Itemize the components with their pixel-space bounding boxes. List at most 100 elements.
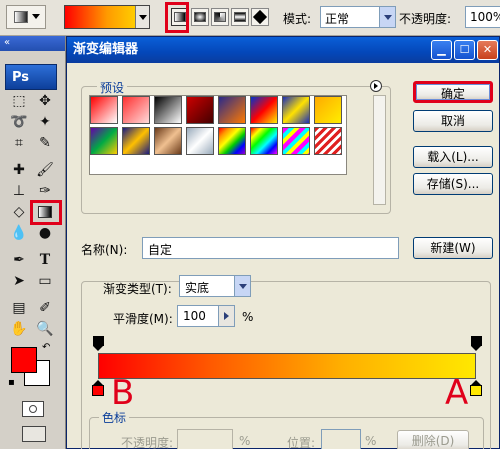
gradient-preview-bar[interactable] <box>98 353 476 379</box>
hand-tool-icon[interactable]: ✋ <box>8 319 30 339</box>
highlight-box <box>30 200 62 225</box>
name-field[interactable]: 自定 <box>142 237 399 259</box>
marquee-tool-icon[interactable]: ⬚ <box>8 91 30 111</box>
close-button[interactable]: ✕ <box>477 40 498 60</box>
pen-tool-icon[interactable]: ✒ <box>8 250 30 270</box>
preset-swatch[interactable] <box>186 127 214 155</box>
opacity-stop-left[interactable] <box>93 336 104 351</box>
preset-swatch[interactable] <box>154 96 182 124</box>
color-stop-right[interactable] <box>470 380 482 396</box>
location-input[interactable] <box>321 429 361 449</box>
preset-swatch[interactable] <box>282 96 310 124</box>
chevron-down-icon <box>379 7 395 27</box>
tool-preset-picker[interactable] <box>6 5 46 29</box>
preset-swatch[interactable] <box>122 96 150 124</box>
quick-mask-icon[interactable] <box>22 401 44 417</box>
history-brush-tool-icon[interactable]: ✑ <box>34 181 56 201</box>
smoothness-value: 100 <box>183 309 206 323</box>
preset-swatch[interactable] <box>250 96 278 124</box>
preset-swatch[interactable] <box>218 96 246 124</box>
highlight-box <box>165 2 189 33</box>
preset-swatch[interactable] <box>314 96 342 124</box>
diamond-gradient-button[interactable] <box>251 8 269 26</box>
cancel-button[interactable]: 取消 <box>413 110 493 132</box>
reflected-gradient-icon <box>234 12 246 22</box>
presets-list <box>89 95 347 175</box>
mode-label: 模式: <box>283 12 312 26</box>
zoom-tool-icon[interactable]: 🔍 <box>34 319 56 339</box>
new-button[interactable]: 新建(W) <box>413 237 493 259</box>
color-stops-label: 色标 <box>99 409 130 426</box>
default-colors-icon[interactable]: ▪ <box>8 377 15 388</box>
opacity-stop-right[interactable] <box>471 336 482 351</box>
options-bar: 模式: 正常 不透明度: 100% <box>0 0 500 36</box>
presets-scrollbar[interactable] <box>373 95 386 205</box>
location-label: 位置: <box>287 436 316 449</box>
gradient-picker[interactable] <box>64 5 150 29</box>
slice-tool-icon[interactable]: ✎ <box>34 133 56 153</box>
delete-button[interactable]: 删除(D) <box>397 430 469 449</box>
mode-value: 正常 <box>325 12 350 26</box>
tools-titlebar[interactable]: « <box>0 36 65 51</box>
smoothness-slider-arrow[interactable] <box>218 306 234 326</box>
path-selection-tool-icon[interactable]: ➤ <box>8 271 30 291</box>
healing-brush-tool-icon[interactable]: ✚ <box>8 160 30 180</box>
screen-mode-icon[interactable] <box>22 426 46 442</box>
preset-swatch[interactable] <box>122 127 150 155</box>
minimize-button[interactable]: ▁ <box>431 40 452 60</box>
angle-gradient-button[interactable] <box>211 8 229 26</box>
ps-logo[interactable]: Ps <box>5 64 57 90</box>
dodge-tool-icon[interactable]: ● <box>34 223 56 243</box>
annotation-a: A <box>445 373 469 413</box>
color-stop-left[interactable] <box>92 380 104 396</box>
preset-swatch[interactable] <box>218 127 246 155</box>
preset-swatch[interactable] <box>154 127 182 155</box>
preset-swatch[interactable] <box>186 96 214 124</box>
radial-gradient-button[interactable] <box>191 8 209 26</box>
preset-swatch[interactable] <box>250 127 278 155</box>
save-button[interactable]: 存储(S)... <box>413 173 493 195</box>
smoothness-input[interactable]: 100 <box>177 305 235 327</box>
mode-select[interactable]: 正常 <box>320 6 396 28</box>
foreground-color-swatch[interactable] <box>11 347 37 373</box>
ok-button[interactable]: 确定 <box>413 81 493 103</box>
tools-panel: « Ps ⬚ ✥ ➰ ✦ ⌗ ✎ ✚ 🖌 ⊥ ✑ ◇ 💧 ● ✒ T ➤ ▭ ▤… <box>0 36 66 449</box>
brush-tool-icon[interactable]: 🖌 <box>34 160 56 180</box>
move-tool-icon[interactable]: ✥ <box>34 91 56 111</box>
preset-swatch[interactable] <box>314 127 342 155</box>
presets-menu-icon[interactable] <box>370 80 382 92</box>
clone-stamp-tool-icon[interactable]: ⊥ <box>8 181 30 201</box>
dialog-title: 渐变编辑器 <box>73 42 139 57</box>
type-tool-icon[interactable]: T <box>34 250 56 270</box>
stop-opacity-unit: % <box>239 434 251 448</box>
load-button[interactable]: 载入(L)... <box>413 146 493 168</box>
lasso-tool-icon[interactable]: ➰ <box>8 112 30 132</box>
shape-tool-icon[interactable]: ▭ <box>34 271 56 291</box>
preset-swatch[interactable] <box>90 96 118 124</box>
crop-tool-icon[interactable]: ⌗ <box>8 133 30 153</box>
location-unit: % <box>365 434 377 448</box>
preset-swatch[interactable] <box>90 127 118 155</box>
opacity-value: 100% <box>470 10 500 24</box>
stop-opacity-label: 不透明度: <box>121 436 174 449</box>
notes-tool-icon[interactable]: ▤ <box>8 298 30 318</box>
preset-swatch[interactable] <box>282 127 310 155</box>
gradient-tool-icon <box>14 11 28 23</box>
radial-gradient-icon <box>194 12 206 22</box>
chevron-down-icon <box>32 14 40 19</box>
maximize-button[interactable]: ☐ <box>454 40 475 60</box>
swap-colors-icon[interactable]: ↶ <box>42 342 50 353</box>
gradient-dropdown-button[interactable] <box>135 6 149 28</box>
stop-opacity-input[interactable] <box>177 429 233 449</box>
blur-tool-icon[interactable]: 💧 <box>8 223 30 243</box>
eyedropper-tool-icon[interactable]: ✐ <box>34 298 56 318</box>
eraser-tool-icon[interactable]: ◇ <box>8 202 30 222</box>
diamond-gradient-icon <box>252 9 268 25</box>
magic-wand-tool-icon[interactable]: ✦ <box>34 112 56 132</box>
gradient-type-select[interactable]: 实底 <box>179 275 251 297</box>
smoothness-unit: % <box>242 310 254 324</box>
smoothness-label: 平滑度(M): <box>113 312 173 326</box>
opacity-input[interactable]: 100% <box>465 6 500 28</box>
reflected-gradient-button[interactable] <box>231 8 249 26</box>
gradient-editor-dialog: 渐变编辑器 ▁ ☐ ✕ 预设 确定 取消 载入(L)... 存储(S)... 名… <box>66 36 500 449</box>
